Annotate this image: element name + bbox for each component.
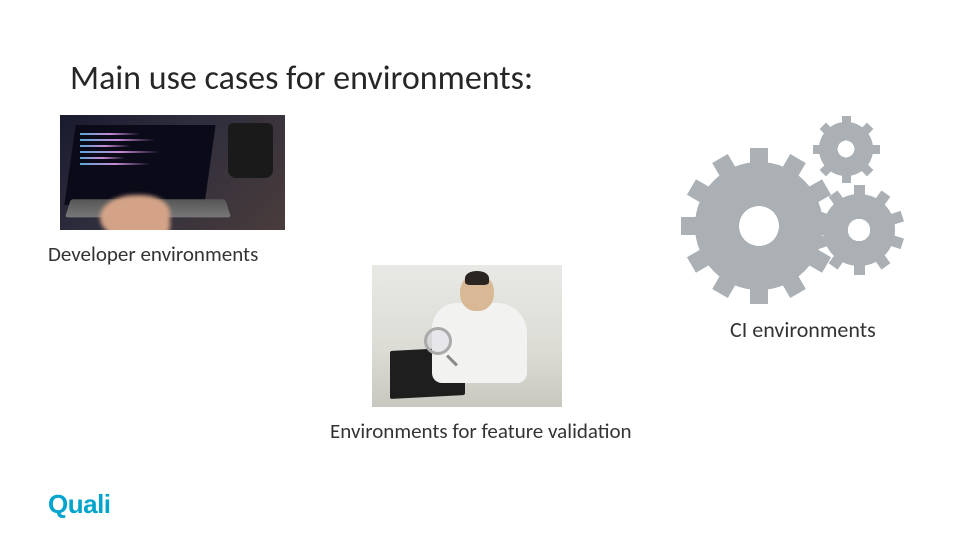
- magnifying-glass-icon: [424, 327, 452, 355]
- gears-icon: [695, 108, 915, 303]
- ci-label: CI environments: [730, 316, 876, 343]
- brand-logo: Quali: [48, 489, 111, 520]
- developer-image: [60, 115, 285, 230]
- validation-image: [372, 265, 562, 407]
- gear-large-icon: [695, 162, 823, 290]
- gear-small-icon: [819, 122, 873, 176]
- slide-title: Main use cases for environments:: [70, 58, 533, 99]
- validation-label: Environments for feature validation: [330, 418, 632, 444]
- code-lines-graphic: [80, 133, 180, 169]
- gear-medium-icon: [823, 194, 895, 266]
- hand-graphic: [100, 195, 170, 230]
- developer-label: Developer environments: [48, 241, 258, 267]
